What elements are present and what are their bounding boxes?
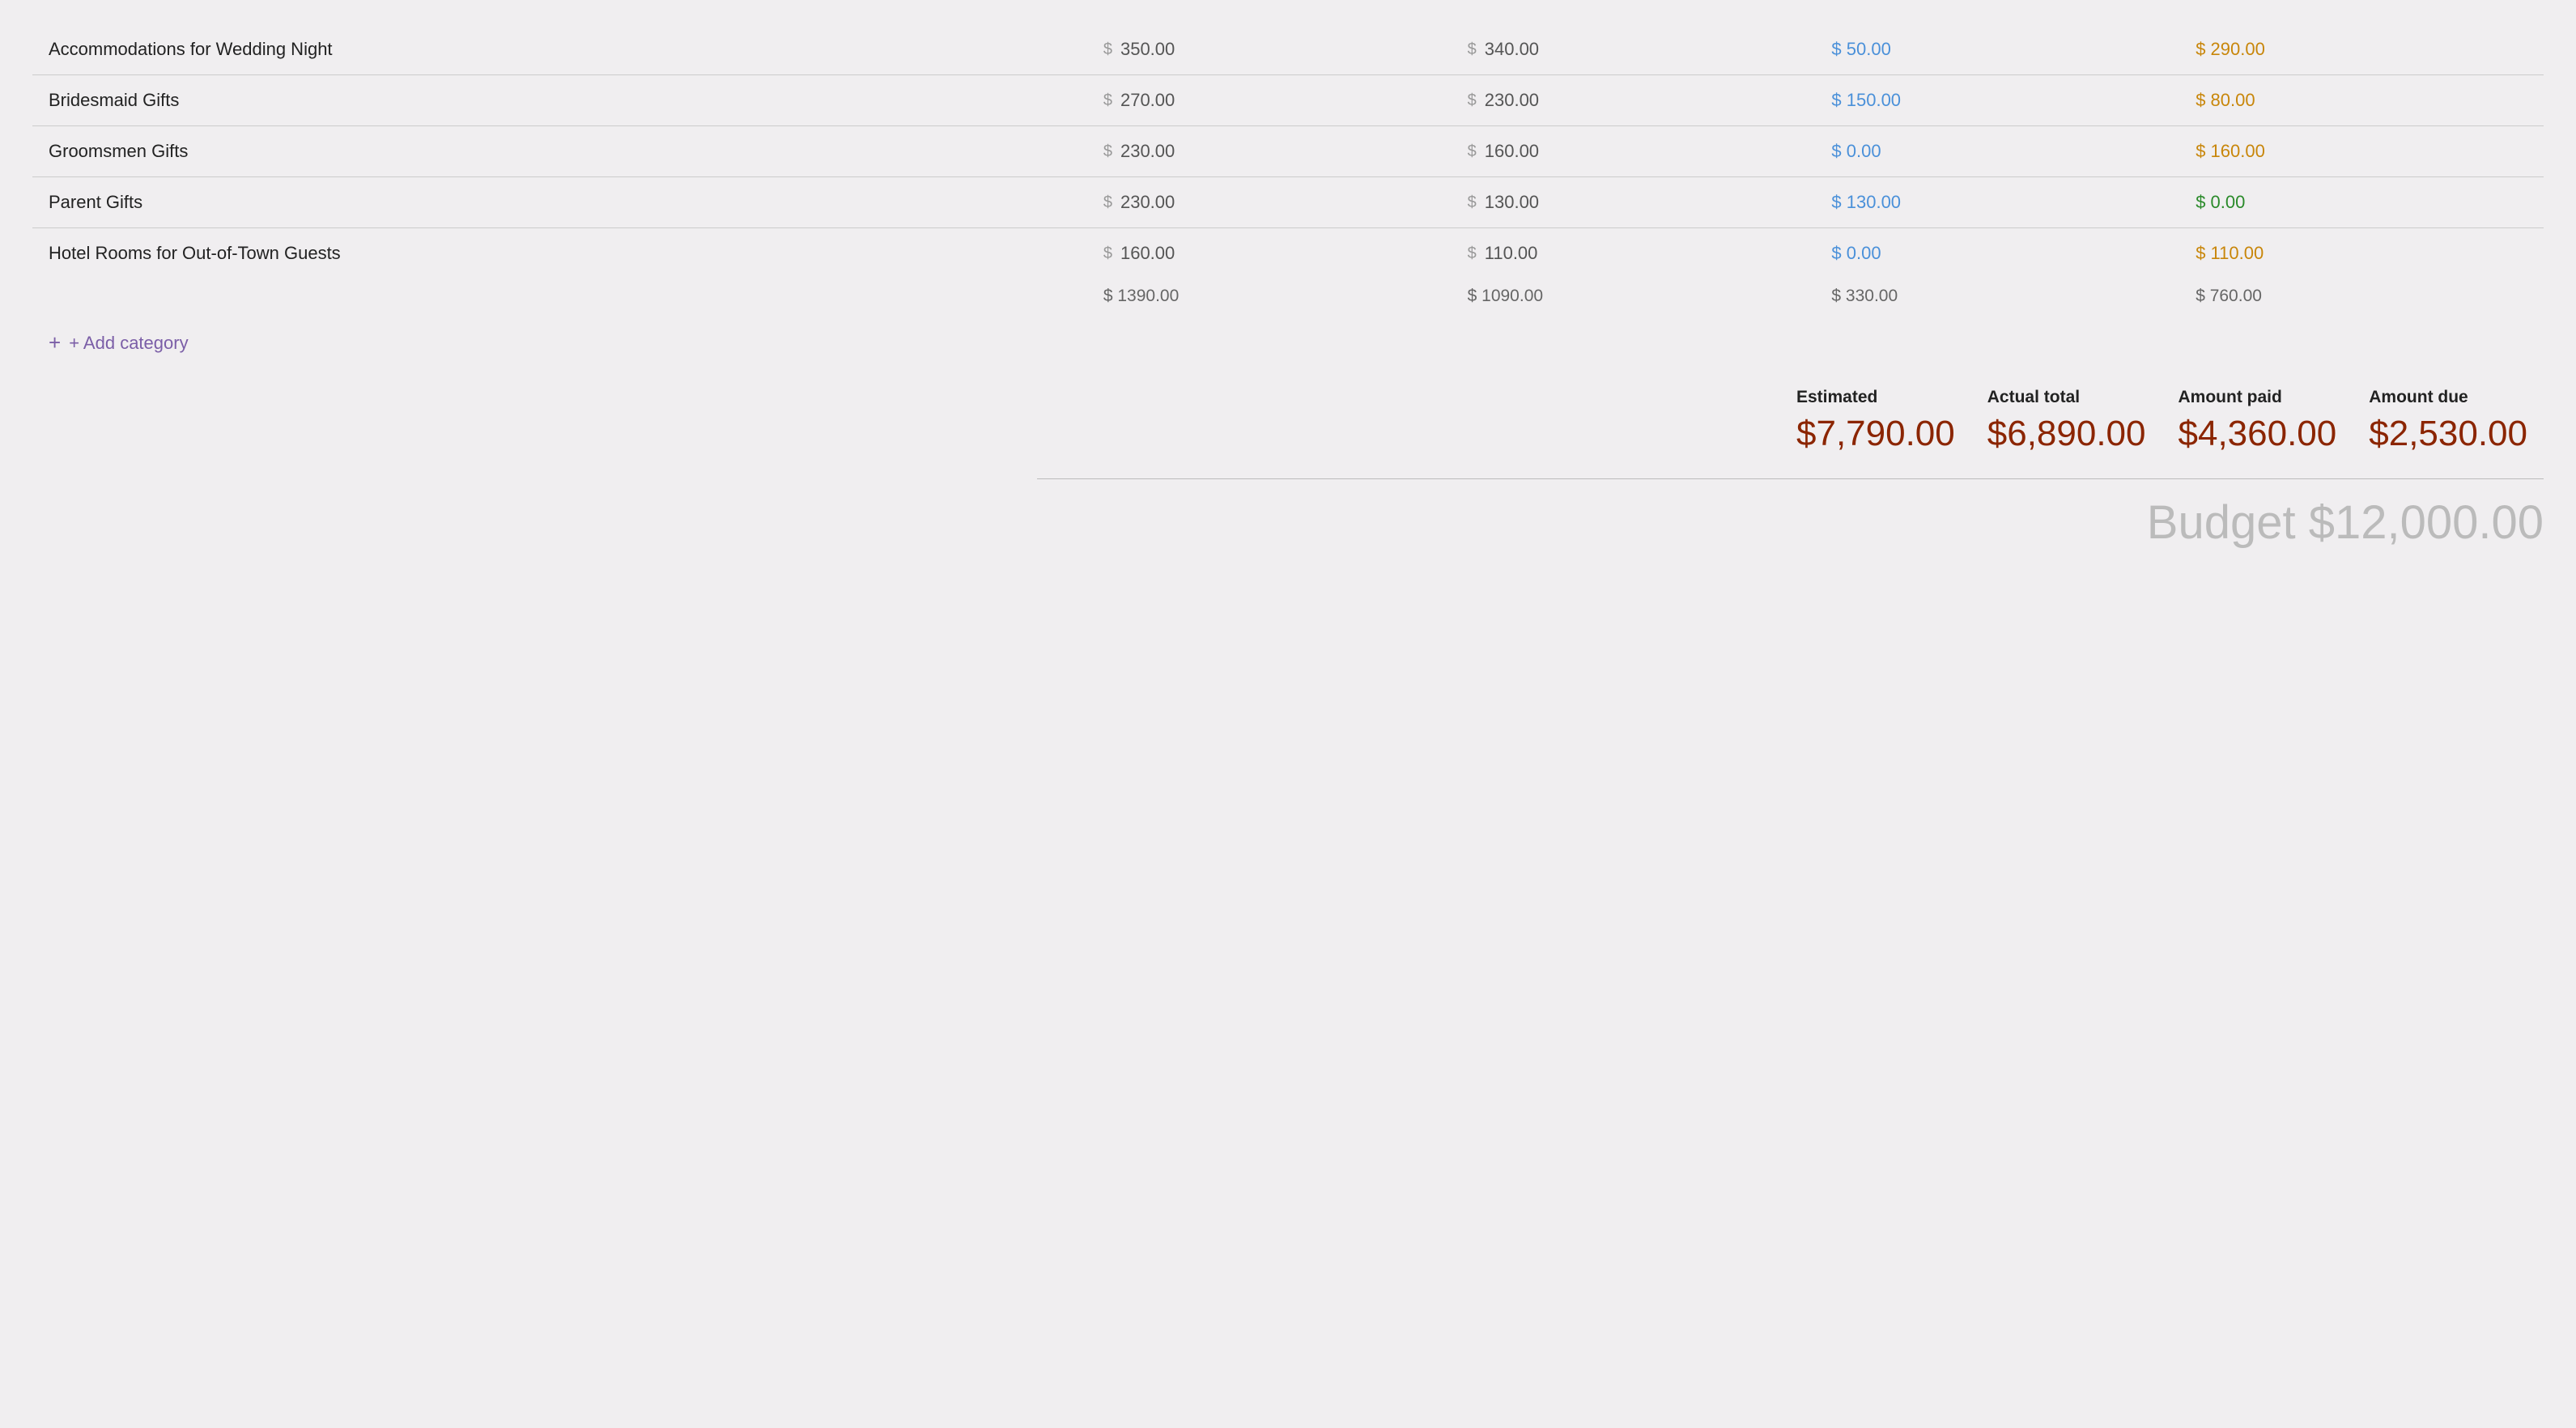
subtotal-estimated-value: $ 1390.00 [1103,287,1179,305]
dollar-sign-icon: $ [1103,193,1112,212]
row-estimated: $ 160.00 [1087,228,1452,279]
estimated-value: 270.00 [1120,90,1175,111]
due-value: $ 160.00 [2196,141,2265,162]
total-paid-value: $4,360.00 [2179,414,2337,454]
totals-divider [1037,478,2544,479]
actual-value: 160.00 [1485,141,1539,162]
row-due: $ 80.00 [2179,75,2544,126]
total-due-col: Amount due $2,530.00 [2353,380,2544,462]
total-actual-col: Actual total $6,890.00 [1971,380,2162,462]
actual-value: 130.00 [1485,192,1539,213]
add-category-button[interactable]: + + Add category [49,330,2544,355]
row-actual: $ 230.00 [1452,75,1816,126]
row-name: Bridesmaid Gifts [32,75,1087,126]
due-value: $ 0.00 [2196,192,2245,213]
paid-value: $ 130.00 [1831,192,1901,213]
estimated-value: 160.00 [1120,243,1175,264]
dollar-sign-icon: $ [1468,40,1477,59]
plus-icon: + [49,330,61,355]
subtotal-row: $ 1390.00 $ 1090.00 $ 330.00 $ 760.00 [32,278,2544,314]
subtotal-paid: $ 330.00 [1815,278,2179,314]
estimated-value: 230.00 [1120,192,1175,213]
add-category-label: + Add category [69,333,188,354]
paid-value: $ 0.00 [1831,243,1881,264]
row-estimated: $ 230.00 [1087,126,1452,177]
subtotal-due: $ 760.00 [2179,278,2544,314]
dollar-sign-icon: $ [1468,244,1477,263]
total-estimated-col: Estimated $7,790.00 [1780,380,1971,462]
row-actual: $ 340.00 [1452,24,1816,75]
row-due: $ 0.00 [2179,177,2544,228]
subtotal-name [32,278,1087,314]
total-estimated-label: Estimated [1796,388,1955,407]
total-actual-label: Actual total [1987,388,2146,407]
estimated-value: 230.00 [1120,141,1175,162]
table-row: Groomsmen Gifts $ 230.00 $ 160.00 $ 0.00 [32,126,2544,177]
total-due-value: $2,530.00 [2369,414,2527,454]
row-estimated: $ 270.00 [1087,75,1452,126]
row-estimated: $ 350.00 [1087,24,1452,75]
subtotal-actual: $ 1090.00 [1452,278,1816,314]
budget-table: Accommodations for Wedding Night $ 350.0… [32,24,2544,314]
due-value: $ 110.00 [2196,243,2264,264]
row-paid: $ 150.00 [1815,75,2179,126]
row-actual: $ 110.00 [1452,228,1816,279]
subtotal-paid-value: $ 330.00 [1831,287,1898,305]
table-row: Hotel Rooms for Out-of-Town Guests $ 160… [32,228,2544,279]
row-actual: $ 160.00 [1452,126,1816,177]
row-paid: $ 0.00 [1815,228,2179,279]
total-estimated-value: $7,790.00 [1796,414,1955,454]
row-due: $ 290.00 [2179,24,2544,75]
dollar-sign-icon: $ [1103,244,1112,263]
subtotal-due-value: $ 760.00 [2196,287,2262,305]
total-paid-label: Amount paid [2179,388,2337,407]
row-paid: $ 0.00 [1815,126,2179,177]
dollar-sign-icon: $ [1103,142,1112,161]
actual-value: 340.00 [1485,39,1539,60]
budget-footer: Budget $12,000.00 [32,495,2544,550]
table-row: Bridesmaid Gifts $ 270.00 $ 230.00 $ 150… [32,75,2544,126]
row-estimated: $ 230.00 [1087,177,1452,228]
row-paid: $ 130.00 [1815,177,2179,228]
row-due: $ 160.00 [2179,126,2544,177]
row-paid: $ 50.00 [1815,24,2179,75]
table-row: Accommodations for Wedding Night $ 350.0… [32,24,2544,75]
table-row: Parent Gifts $ 230.00 $ 130.00 $ 130.00 [32,177,2544,228]
dollar-sign-icon: $ [1103,91,1112,110]
dollar-sign-icon: $ [1103,40,1112,59]
row-name: Parent Gifts [32,177,1087,228]
due-value: $ 290.00 [2196,39,2265,60]
total-actual-value: $6,890.00 [1987,414,2146,454]
row-name: Accommodations for Wedding Night [32,24,1087,75]
row-name: Hotel Rooms for Out-of-Town Guests [32,228,1087,279]
dollar-sign-icon: $ [1468,193,1477,212]
paid-value: $ 0.00 [1831,141,1881,162]
subtotal-estimated: $ 1390.00 [1087,278,1452,314]
dollar-sign-icon: $ [1468,91,1477,110]
actual-value: 110.00 [1485,243,1538,264]
estimated-value: 350.00 [1120,39,1175,60]
subtotal-actual-value: $ 1090.00 [1468,287,1543,305]
actual-value: 230.00 [1485,90,1539,111]
total-due-label: Amount due [2369,388,2527,407]
paid-value: $ 150.00 [1831,90,1901,111]
row-due: $ 110.00 [2179,228,2544,279]
row-actual: $ 130.00 [1452,177,1816,228]
row-name: Groomsmen Gifts [32,126,1087,177]
dollar-sign-icon: $ [1468,142,1477,161]
total-paid-col: Amount paid $4,360.00 [2162,380,2353,462]
budget-label: Budget $12,000.00 [2147,496,2544,549]
paid-value: $ 50.00 [1831,39,1890,60]
totals-section: Estimated $7,790.00 Actual total $6,890.… [32,380,2544,462]
due-value: $ 80.00 [2196,90,2255,111]
